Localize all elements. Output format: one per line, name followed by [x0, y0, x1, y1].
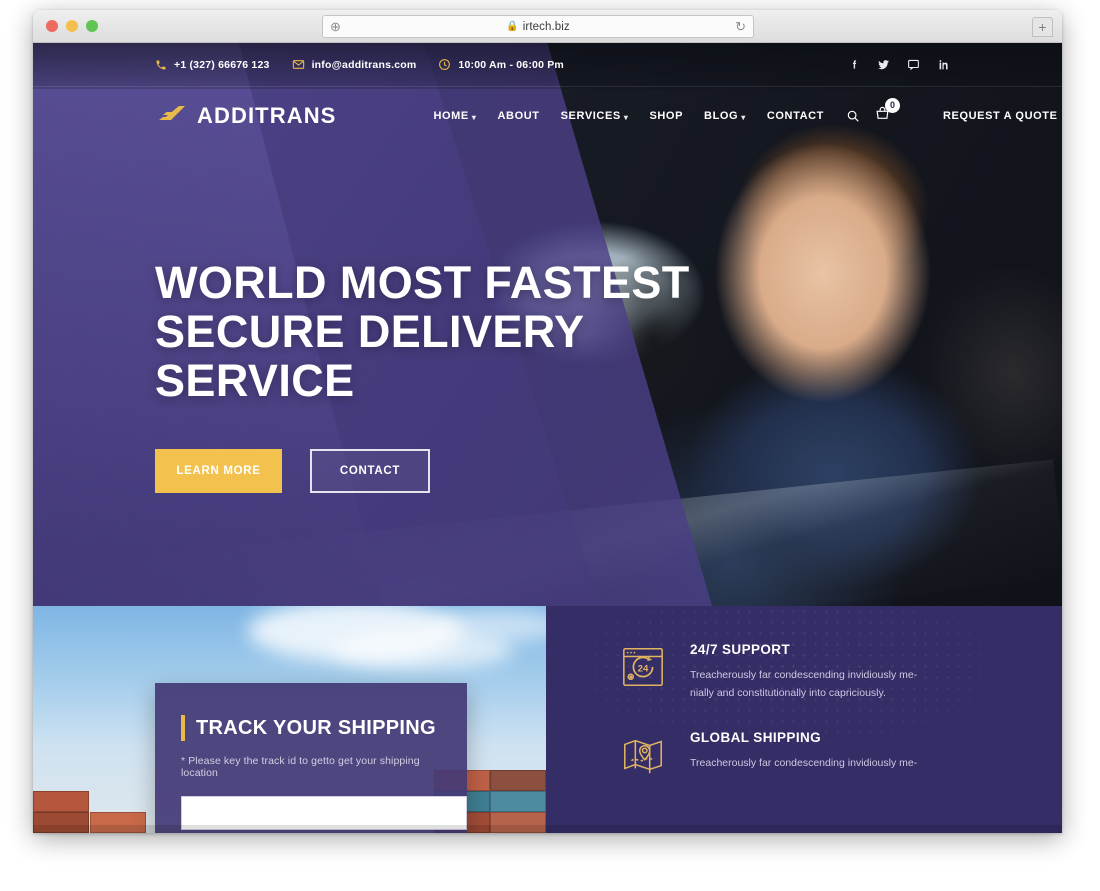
social-links-group — [849, 58, 1062, 71]
contact-email[interactable]: info@additrans.com — [292, 58, 417, 71]
hero-content: WORLD MOST FASTEST SECURE DELIVERY SERVI… — [155, 258, 690, 493]
contact-phone[interactable]: +1 (327) 66676 123 — [155, 59, 270, 71]
contact-hours-label: 10:00 Am - 06:00 Pm — [458, 58, 564, 71]
request-quote-button[interactable]: REQUEST A QUOTE — [943, 110, 1058, 122]
nav-links: HOME ▾ ABOUT SERVICES ▾ SHOP BLOG ▾ CONT… — [433, 110, 824, 122]
track-accent-bar — [181, 715, 185, 741]
nav-item-about[interactable]: ABOUT — [497, 110, 539, 122]
top-utility-bar: +1 (327) 66676 123 info@additrans.com 10… — [33, 43, 1062, 87]
feature-text-global-shipping: GLOBAL SHIPPING Treacherously far condes… — [690, 730, 917, 780]
shipping-container-stack — [490, 770, 546, 833]
feature-item-global-shipping: GLOBAL SHIPPING Treacherously far condes… — [618, 730, 1062, 780]
clock-icon — [438, 58, 451, 71]
address-bar[interactable]: ⊕ 🔒 irtech.biz ↻ — [322, 15, 754, 38]
nav-item-home-label: HOME — [433, 110, 469, 122]
track-note: * Please key the track id to getto get y… — [181, 755, 420, 779]
maximize-window-button[interactable] — [86, 20, 98, 32]
feature-description: Treacherously far condescending invidiou… — [690, 757, 918, 769]
nav-item-shop[interactable]: SHOP — [649, 110, 683, 122]
feature-description: Treacherously far condescending invidiou… — [690, 669, 918, 699]
reload-icon[interactable]: ↻ — [735, 19, 746, 35]
learn-more-button[interactable]: LEARN MORE — [155, 449, 282, 493]
support-24-icon: 24 — [618, 642, 668, 692]
main-navigation: ADDITRANS HOME ▾ ABOUT SERVICES ▾ SHOP B… — [33, 87, 1062, 145]
track-title: TRACK YOUR SHIPPING — [196, 716, 436, 739]
hero-title-line-3: SERVICE — [155, 355, 355, 406]
nav-item-blog[interactable]: BLOG ▾ — [704, 110, 746, 122]
nav-item-blog-label: BLOG — [704, 110, 739, 122]
feature-item-support: 24 24/7 SUPPORT Treacherously far condes… — [618, 642, 1062, 702]
hero-title-line-1: WORLD MOST FASTEST — [155, 257, 690, 308]
contact-info-group: +1 (327) 66676 123 info@additrans.com 10… — [33, 58, 564, 71]
feature-title: GLOBAL SHIPPING — [690, 730, 822, 745]
message-icon[interactable] — [907, 58, 920, 71]
url-text: 🔒 irtech.biz — [506, 20, 570, 33]
browser-window: ⊕ 🔒 irtech.biz ↻ + +1 (327) 66676 123 in… — [33, 10, 1062, 833]
plus-circle-icon[interactable]: ⊕ — [330, 19, 341, 35]
chevron-down-icon: ▾ — [741, 112, 746, 122]
svg-text:24: 24 — [638, 663, 649, 674]
nav-item-contact-label: CONTACT — [766, 110, 824, 122]
twitter-icon[interactable] — [877, 58, 890, 71]
arrow-logo-icon — [159, 104, 187, 128]
cart-count-badge: 0 — [885, 97, 900, 113]
nav-item-contact[interactable]: CONTACT — [767, 110, 824, 122]
track-shipping-panel: TRACK YOUR SHIPPING * Please key the tra… — [33, 606, 546, 833]
lock-icon: 🔒 — [506, 21, 519, 32]
feature-title: 24/7 SUPPORT — [690, 642, 791, 657]
global-shipping-map-icon — [618, 730, 668, 780]
contact-phone-label: +1 (327) 66676 123 — [174, 58, 270, 71]
dotted-world-map-pattern — [546, 606, 1062, 833]
nav-item-services[interactable]: SERVICES ▾ — [561, 110, 629, 122]
linkedin-icon[interactable] — [937, 58, 950, 71]
brand-name: ADDITRANS — [197, 103, 337, 128]
feature-text-support: 24/7 SUPPORT Treacherously far condescen… — [690, 642, 926, 702]
phone-icon — [155, 59, 167, 71]
hero-section: +1 (327) 66676 123 info@additrans.com 10… — [33, 43, 1062, 606]
page-viewport: +1 (327) 66676 123 info@additrans.com 10… — [33, 43, 1062, 833]
browser-chrome-bar: ⊕ 🔒 irtech.biz ↻ + — [33, 10, 1062, 43]
facebook-icon[interactable] — [849, 58, 860, 71]
chevron-down-icon: ▾ — [471, 112, 477, 122]
nav-tools: 0 — [846, 97, 900, 127]
track-heading-row: TRACK YOUR SHIPPING — [181, 715, 441, 741]
track-shipping-card: TRACK YOUR SHIPPING * Please key the tra… — [155, 683, 467, 833]
nav-item-home[interactable]: HOME ▾ — [433, 110, 476, 122]
hero-title-line-2: SECURE DELIVERY — [155, 306, 585, 357]
nav-item-about-label: ABOUT — [497, 110, 540, 122]
nav-item-services-label: SERVICES — [560, 110, 621, 122]
envelope-icon — [292, 58, 305, 71]
hero-contact-button[interactable]: CONTACT — [310, 449, 430, 493]
lower-section: TRACK YOUR SHIPPING * Please key the tra… — [33, 606, 1062, 833]
close-window-button[interactable] — [46, 20, 58, 32]
hero-cta-group: LEARN MORE CONTACT — [155, 449, 690, 493]
search-icon[interactable] — [846, 109, 860, 123]
brand-logo[interactable]: ADDITRANS — [33, 103, 336, 129]
contact-email-label: info@additrans.com — [311, 58, 417, 71]
window-controls[interactable] — [33, 20, 98, 32]
chevron-down-icon: ▾ — [623, 112, 629, 122]
contact-hours: 10:00 Am - 06:00 Pm — [438, 58, 564, 71]
nav-item-shop-label: SHOP — [649, 110, 684, 122]
cart-button[interactable]: 0 — [874, 97, 900, 127]
page-bottom-edge — [33, 825, 1062, 833]
new-tab-button[interactable]: + — [1032, 17, 1053, 37]
features-panel: 24 24/7 SUPPORT Treacherously far condes… — [546, 606, 1062, 833]
hero-title: WORLD MOST FASTEST SECURE DELIVERY SERVI… — [155, 258, 690, 405]
minimize-window-button[interactable] — [66, 20, 78, 32]
